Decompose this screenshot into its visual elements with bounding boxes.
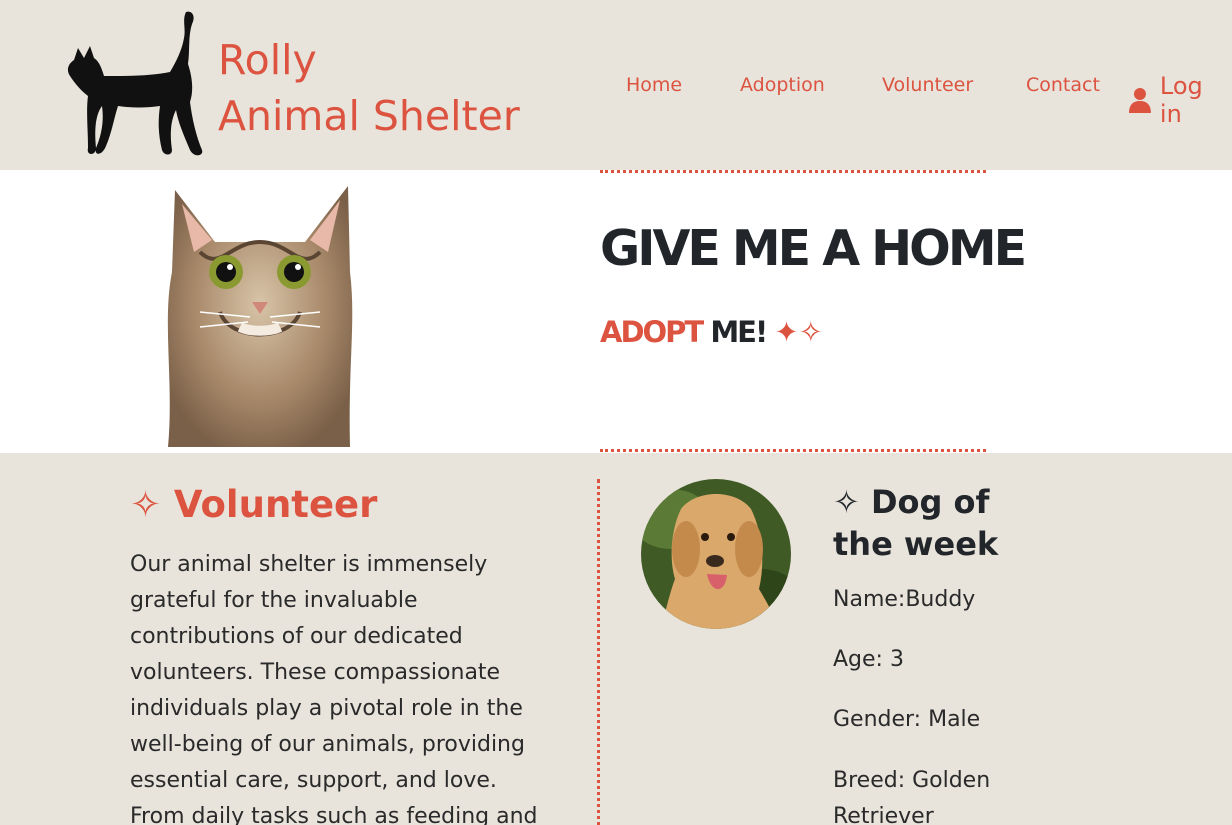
column-divider xyxy=(597,479,600,825)
dog-age: Age: 3 xyxy=(833,647,904,672)
volunteer-title: ✧ Volunteer xyxy=(130,483,378,526)
login-button[interactable]: Log in xyxy=(1128,72,1232,128)
dog-name: Name:Buddy xyxy=(833,587,976,612)
me-word: ME! xyxy=(710,315,768,349)
sparkle-icon: ✦✧ xyxy=(774,315,823,349)
hero-top-divider xyxy=(600,170,986,173)
info-section: ✧ Volunteer Our animal shelter is immens… xyxy=(0,453,1232,825)
main-nav: Home Adoption Volunteer Contact xyxy=(0,74,1232,104)
adopt-me-heading[interactable]: ADOPT ME! ✦✧ xyxy=(600,315,823,349)
dog-of-week-title: ✧ Dog of the week xyxy=(833,483,999,563)
dog-photo xyxy=(641,479,791,629)
nav-adoption[interactable]: Adoption xyxy=(740,74,825,96)
hero-bottom-divider xyxy=(600,449,986,452)
hero-title: GIVE ME A HOME xyxy=(600,220,1027,277)
cat-photo xyxy=(167,186,353,447)
dog-gender: Gender: Male xyxy=(833,707,981,732)
hero-section: GIVE ME A HOME ADOPT ME! ✦✧ xyxy=(0,170,1232,453)
nav-volunteer[interactable]: Volunteer xyxy=(882,74,973,96)
nav-contact[interactable]: Contact xyxy=(1026,74,1100,96)
user-icon xyxy=(1128,88,1151,113)
dog-breed: Breed: Golden Retriever xyxy=(833,768,991,825)
nav-home[interactable]: Home xyxy=(626,74,682,96)
volunteer-text: Our animal shelter is immensely grateful… xyxy=(130,552,538,825)
login-label: Log in xyxy=(1159,72,1203,128)
adopt-word: ADOPT xyxy=(600,315,704,349)
site-header: Rolly Animal Shelter Home Adoption Volun… xyxy=(0,0,1232,170)
